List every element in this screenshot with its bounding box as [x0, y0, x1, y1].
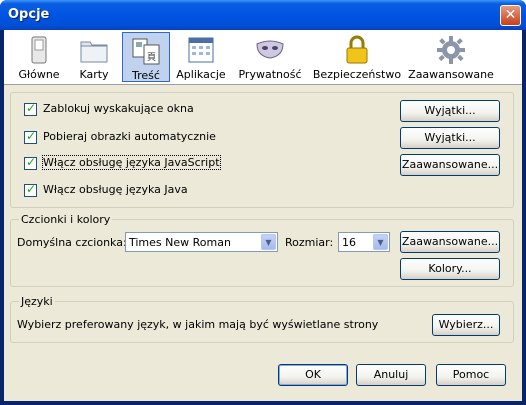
tab-label: Zaawansowane [408, 68, 494, 81]
checkbox-label: Włącz obsługę języka JavaScript [42, 155, 221, 170]
close-button[interactable]: ✕ [500, 5, 521, 26]
select-value: 16 [342, 236, 356, 249]
images-exceptions-button[interactable]: Wyjątki... [400, 127, 500, 149]
ok-button[interactable]: OK [278, 364, 348, 386]
svg-text:頁: 頁 [147, 52, 156, 63]
tab-label: Bezpieczeństwo [312, 68, 402, 81]
tab-label: Aplikacje [176, 68, 226, 81]
tab-glowne[interactable]: Główne [16, 32, 62, 82]
tab-prywatnosc[interactable]: Prywatność [236, 32, 304, 82]
tab-label: Prywatność [238, 68, 302, 81]
checkbox[interactable]: ✓ [24, 155, 37, 170]
dialog-client: Główne Karty 頁 Treść Aplikacje Prywatnoś… [4, 30, 522, 401]
category-toolbar: Główne Karty 頁 Treść Aplikacje Prywatnoś… [4, 30, 522, 85]
group-label: Języki [19, 295, 55, 308]
title-bar[interactable]: Opcje ✕ [0, 0, 526, 30]
checkbox[interactable]: ✓ [24, 182, 37, 197]
padlock-icon [346, 35, 368, 64]
cancel-button[interactable]: Anuluj [356, 364, 426, 386]
tab-tresc[interactable]: 頁 Treść [122, 32, 170, 82]
checkmark-icon: ✓ [26, 129, 37, 143]
applications-icon [188, 37, 214, 63]
tab-bezpieczenstwo[interactable]: Bezpieczeństwo [312, 32, 402, 82]
font-size-label: Rozmiar: [285, 236, 334, 249]
popup-exceptions-button[interactable]: Wyjątki... [400, 100, 500, 122]
window-title: Opcje [8, 7, 50, 22]
gear-icon [437, 36, 465, 64]
tab-label: Główne [18, 68, 60, 81]
checkbox[interactable]: ✓ [24, 101, 37, 116]
checkbox-label: Pobieraj obrazki automatycznie [43, 130, 216, 143]
options-window: Opcje ✕ Główne Karty 頁 Treść Aplikacje P… [0, 0, 526, 405]
checkmark-icon: ✓ [26, 182, 37, 196]
checkbox[interactable]: ✓ [24, 129, 37, 144]
tab-zaawansowane[interactable]: Zaawansowane [406, 32, 496, 82]
fonts-advanced-button[interactable]: Zaawansowane... [400, 231, 500, 253]
checkmark-icon: ✓ [26, 101, 37, 115]
select-value: Times New Roman [129, 236, 231, 249]
tab-karty[interactable]: Karty [74, 32, 114, 82]
tab-aplikacje[interactable]: Aplikacje [176, 32, 226, 82]
close-icon: ✕ [504, 7, 517, 23]
checkbox-label: Zablokuj wyskakujące okna [43, 102, 194, 115]
mask-icon [256, 40, 284, 59]
default-font-label: Domyślna czcionka: [17, 236, 127, 249]
font-size-select[interactable]: 16 ▼ [338, 232, 390, 252]
checkbox-label: Włącz obsługę języka Java [43, 183, 188, 196]
switch-icon [31, 36, 47, 64]
help-button[interactable]: Pomoc [436, 364, 506, 386]
content-icon: 頁 [132, 38, 160, 65]
javascript-advanced-button[interactable]: Zaawansowane... [400, 154, 500, 176]
default-font-select[interactable]: Times New Roman ▼ [125, 232, 278, 252]
group-label: Czcionki i kolory [19, 213, 113, 226]
colors-button[interactable]: Kolory... [400, 258, 500, 280]
tab-label: Treść [132, 69, 160, 82]
languages-description: Wybierz preferowany język, w jakim mają … [17, 318, 379, 331]
choose-language-button[interactable]: Wybierz... [432, 314, 500, 336]
chevron-down-icon: ▼ [373, 234, 388, 250]
folder-tabs-icon [80, 41, 108, 63]
chevron-down-icon: ▼ [261, 234, 276, 250]
tab-label: Karty [79, 68, 109, 81]
checkmark-icon: ✓ [26, 155, 37, 169]
